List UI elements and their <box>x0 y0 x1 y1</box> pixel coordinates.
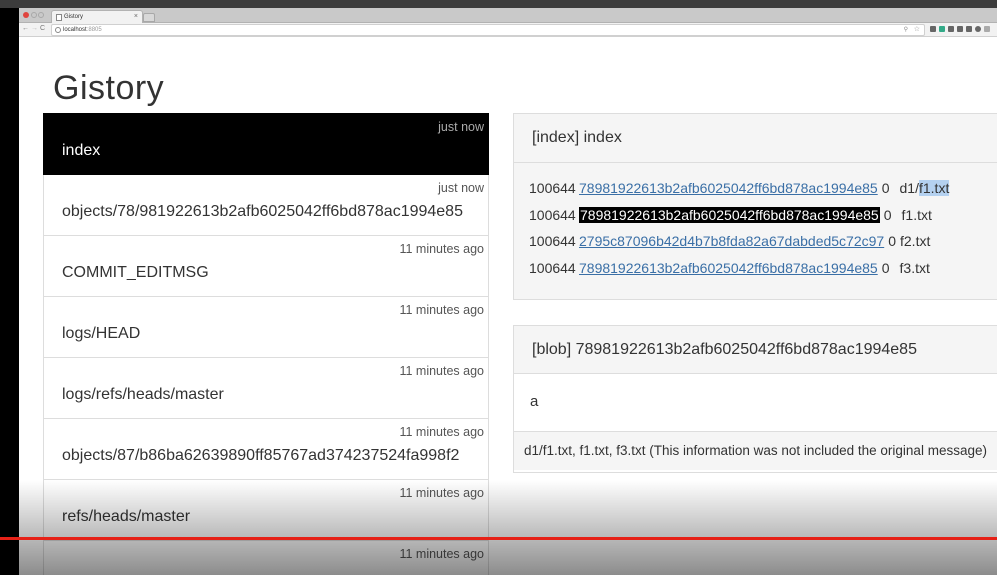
item-time: 11 minutes ago <box>399 547 484 561</box>
blob-panel: [blob] 78981922613b2afb6025042ff6bd878ac… <box>513 325 997 473</box>
tab-close-icon[interactable]: × <box>134 11 138 23</box>
extension-icon[interactable] <box>957 26 963 32</box>
entry-mode: 100644 <box>529 233 576 249</box>
index-panel-header: [index] index <box>514 114 997 163</box>
zoom-icon[interactable]: ⚲ <box>904 25 908 35</box>
tab-title: Gistory <box>64 14 84 20</box>
list-item[interactable]: 11 minutes ago objects/87/b86ba62639890f… <box>43 419 489 480</box>
item-name: index <box>62 142 101 159</box>
url-text[interactable]: localhost:8805 <box>63 25 102 35</box>
page-icon <box>56 14 62 21</box>
entry-mode: 100644 <box>529 180 576 196</box>
entry-stage: 0 <box>883 207 892 223</box>
back-arrow-icon[interactable]: ← <box>22 24 29 34</box>
index-entry: 100644 78981922613b2afb6025042ff6bd878ac1… <box>529 179 950 197</box>
item-time: just now <box>438 120 484 134</box>
list-item[interactable]: 11 minutes ago <box>43 541 489 575</box>
item-time: 11 minutes ago <box>399 303 484 317</box>
browser-toolbar: ← → C localhost:8805 ⚲ ☆ <box>19 23 997 37</box>
extension-icon[interactable] <box>930 26 936 32</box>
page-content: Gistory just now index just now objects/… <box>19 37 997 575</box>
list-item[interactable]: 11 minutes ago COMMIT_EDITMSG <box>43 236 489 297</box>
extension-icon[interactable] <box>948 26 954 32</box>
list-item[interactable]: just now index <box>43 113 489 175</box>
entry-hash-link[interactable]: 78981922613b2afb6025042ff6bd878ac1994e85 <box>579 180 878 196</box>
list-item[interactable]: 11 minutes ago logs/refs/heads/master <box>43 358 489 419</box>
index-entry: 100644 78981922613b2afb6025042ff6bd878ac1… <box>529 206 932 224</box>
item-time: 11 minutes ago <box>399 364 484 378</box>
entry-mode: 100644 <box>529 207 576 223</box>
entry-path: f2.txt <box>900 233 931 249</box>
page-title: Gistory <box>53 69 165 107</box>
entry-path: f1.txt <box>901 207 932 223</box>
tab-bar: Gistory × <box>19 8 997 23</box>
file-list: just now index just now objects/78/98192… <box>43 113 489 575</box>
entry-path-name: f1.txt <box>918 180 950 196</box>
entry-stage: 0 <box>881 260 890 276</box>
browser-window: Gistory × ← → C localhost:8805 ⚲ ☆ Gisto… <box>19 8 997 575</box>
item-name: logs/HEAD <box>62 325 141 342</box>
item-time: 11 minutes ago <box>399 425 484 439</box>
extension-icon[interactable] <box>939 26 945 32</box>
reload-icon[interactable]: C <box>40 24 45 34</box>
extension-icon[interactable] <box>975 26 981 32</box>
blob-panel-header: [blob] 78981922613b2afb6025042ff6bd878ac… <box>514 326 997 374</box>
top-dark-strip <box>0 0 997 8</box>
item-name: refs/heads/master <box>62 508 191 525</box>
close-window-button[interactable] <box>23 12 29 18</box>
blob-footer-text: d1/f1.txt, f1.txt, f3.txt (This informat… <box>524 443 987 458</box>
blob-content: a <box>514 374 997 432</box>
entry-path: d1/f1.txt <box>900 179 950 197</box>
entry-stage: 0 <box>881 180 890 196</box>
maximize-window-button[interactable] <box>38 12 44 18</box>
url-port: :8805 <box>86 27 102 33</box>
entry-hash-highlighted[interactable]: 78981922613b2afb6025042ff6bd878ac1994e85 <box>579 207 880 223</box>
index-panel-title: [index] index <box>532 129 622 146</box>
entry-hash-link[interactable]: 78981922613b2afb6025042ff6bd878ac1994e85 <box>579 260 878 276</box>
item-time: just now <box>438 181 484 195</box>
tab-gistory[interactable]: Gistory × <box>51 10 143 23</box>
url-host: localhost <box>63 27 87 33</box>
item-name: COMMIT_EDITMSG <box>62 264 209 281</box>
item-name: logs/refs/heads/master <box>62 386 224 403</box>
star-icon[interactable]: ☆ <box>914 25 920 35</box>
index-panel: [index] index 100644 78981922613b2afb6025… <box>513 113 997 300</box>
item-name: objects/78/981922613b2afb6025042ff6bd878… <box>62 203 463 220</box>
forward-arrow-icon[interactable]: → <box>31 24 38 34</box>
minimize-window-button[interactable] <box>31 12 37 18</box>
item-time: 11 minutes ago <box>399 242 484 256</box>
entry-path-prefix: d1/ <box>899 180 919 196</box>
blob-panel-footer: d1/f1.txt, f1.txt, f3.txt (This informat… <box>514 432 997 470</box>
index-entries: 100644 78981922613b2afb6025042ff6bd878ac1… <box>514 163 997 299</box>
info-icon[interactable] <box>55 27 61 33</box>
item-name: objects/87/b86ba62639890ff85767ad3742375… <box>62 447 460 464</box>
entry-path: f3.txt <box>899 260 930 276</box>
list-item[interactable]: 11 minutes ago refs/heads/master <box>43 480 489 541</box>
extension-icon[interactable] <box>966 26 972 32</box>
list-item[interactable]: 11 minutes ago logs/HEAD <box>43 297 489 358</box>
entry-stage: 0 <box>888 233 896 249</box>
video-progress-bar[interactable] <box>0 537 997 540</box>
item-time: 11 minutes ago <box>399 486 484 500</box>
entry-mode: 100644 <box>529 260 576 276</box>
index-entry: 100644 2795c87096b42d4b7b8fda82a67dabded5… <box>529 232 930 250</box>
blob-content-text: a <box>530 393 539 410</box>
menu-icon[interactable] <box>984 26 990 32</box>
list-item[interactable]: just now objects/78/981922613b2afb602504… <box>43 175 489 236</box>
new-tab-button[interactable] <box>143 13 155 22</box>
address-bar[interactable]: localhost:8805 ⚲ ☆ <box>51 24 925 36</box>
blob-panel-title: [blob] 78981922613b2afb6025042ff6bd878ac… <box>532 341 917 358</box>
entry-hash-link[interactable]: 2795c87096b42d4b7b8fda82a67dabded5c72c97 <box>579 233 884 249</box>
index-entry: 100644 78981922613b2afb6025042ff6bd878ac1… <box>529 259 930 277</box>
